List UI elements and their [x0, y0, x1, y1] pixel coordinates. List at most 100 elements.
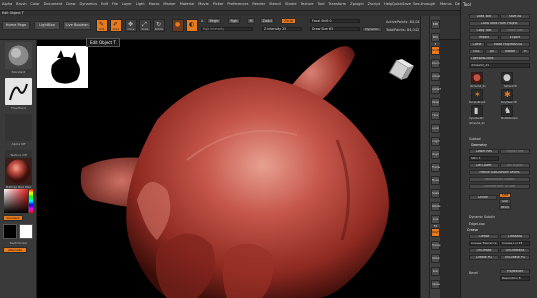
- crease-all-button[interactable]: CreaseAll: [500, 234, 530, 239]
- menu-item-file[interactable]: File: [112, 2, 118, 6]
- goz-button[interactable]: GoZ: [469, 49, 484, 54]
- menu-item-brush[interactable]: Brush: [16, 2, 26, 6]
- crease-tolerance-slider[interactable]: Crease Tolerance 45: [469, 241, 499, 246]
- color-picker-square[interactable]: [4, 189, 28, 213]
- subtool-section[interactable]: Subtool: [469, 137, 481, 141]
- menu-item-zscript[interactable]: Zscript: [368, 2, 380, 6]
- draw-size-slider[interactable]: Draw Size 63: [310, 27, 360, 31]
- rgb-button[interactable]: Rgb: [228, 18, 240, 24]
- side-button-rotate[interactable]: Rotate: [431, 202, 441, 211]
- sculpt-model[interactable]: [37, 40, 420, 298]
- side-button-bpr[interactable]: BPR: [431, 20, 440, 29]
- side-button-spix-3[interactable]: SPix 3: [431, 33, 440, 46]
- menu-item-preferences[interactable]: Preferences: [227, 2, 248, 6]
- switch-color-label[interactable]: SwitchColor: [0, 241, 37, 245]
- edgeloop-section[interactable]: EdgeLoop: [469, 222, 485, 226]
- del-higher-button[interactable]: Del Higher: [500, 163, 530, 168]
- side-button-aahalf[interactable]: AAHalf: [431, 85, 441, 94]
- load-tool-button[interactable]: Load Tool: [469, 14, 499, 19]
- r-button[interactable]: R: [521, 49, 530, 54]
- menu-item-layer[interactable]: Layer: [122, 2, 132, 6]
- tool-name-slider[interactable]: dimesh2_41: [469, 63, 530, 68]
- higher-res-button[interactable]: Higher Res: [500, 149, 530, 154]
- side-button-ghost[interactable]: Ghost: [431, 254, 440, 263]
- menu-item-movie[interactable]: Movie: [198, 2, 209, 6]
- tool-slot-multimarkers[interactable]: ♞: [501, 105, 513, 117]
- side-button-gxyz[interactable]: Gxyz: [431, 150, 440, 159]
- alternate-button[interactable]: Alternate: [3, 247, 27, 253]
- tool-slot-sphere3d[interactable]: ●: [501, 72, 513, 84]
- paste-tool-button[interactable]: Paste Tool: [500, 28, 530, 33]
- crease-level-slider[interactable]: Crease Lvl 15: [500, 241, 530, 246]
- side-button-scroll[interactable]: Scroll: [431, 46, 440, 55]
- tool-slot-dimesh[interactable]: ●: [471, 72, 483, 84]
- material-thumbnail[interactable]: [5, 158, 32, 185]
- lower-res-button[interactable]: Lower Res: [469, 149, 499, 154]
- dynamic-button[interactable]: Dynamic: [362, 27, 382, 32]
- menu-item-macro[interactable]: Macro: [149, 2, 160, 6]
- side-button-local[interactable]: Local: [431, 124, 440, 133]
- dynamic-subdiv-section[interactable]: Dynamic Subdiv: [469, 215, 495, 219]
- zadd-button[interactable]: Zadd: [260, 18, 274, 24]
- side-button-solo[interactable]: Solo: [431, 267, 440, 276]
- tool-slot-simplebrush[interactable]: ✶: [471, 89, 483, 101]
- tool-slot-cylinder3d[interactable]: ▮: [471, 105, 483, 117]
- resolution-slider[interactable]: Resolution 8: [500, 276, 530, 281]
- smt-toggle[interactable]: Smt: [499, 193, 511, 198]
- bevel-section[interactable]: Bevel: [469, 271, 478, 275]
- menu-item-dynamics[interactable]: Dynamics: [79, 2, 97, 6]
- m-button[interactable]: M: [247, 18, 255, 24]
- brush-thumbnail[interactable]: [5, 42, 32, 69]
- canvas-viewport[interactable]: [37, 40, 420, 298]
- z-intensity-slider[interactable]: Z Intensity 25: [262, 27, 302, 31]
- del-lower-button[interactable]: Del Lower: [469, 163, 499, 168]
- side-button-polyf[interactable]: PolyF: [431, 228, 440, 237]
- crease-pg-button[interactable]: Crease PG: [469, 255, 499, 260]
- load-tools-from-project-button[interactable]: Load Tools From Project: [469, 21, 530, 26]
- rotate-mode-button[interactable]: ↻ Rotate: [153, 19, 165, 32]
- tool-slot-polymesh3d[interactable]: ✱: [501, 89, 513, 101]
- live-boolean-button[interactable]: Live Boolean: [63, 21, 91, 30]
- menu-item-document[interactable]: Document: [44, 2, 63, 6]
- menu-item-marker[interactable]: Marker: [163, 2, 175, 6]
- menu-see-through[interactable]: See-through: [413, 2, 435, 6]
- crease-section[interactable]: Crease: [467, 228, 478, 232]
- side-button-floor[interactable]: Floor: [431, 111, 440, 120]
- side-button-actual[interactable]: Actual: [431, 72, 440, 81]
- uncrease-pg-button[interactable]: UnCrease PG: [500, 255, 530, 260]
- save-as-button[interactable]: Save As: [500, 14, 530, 19]
- uncrease-all-button[interactable]: UnCreaseAll: [500, 248, 530, 253]
- freeze-subdivision-button[interactable]: Freeze SubDivision Levels: [469, 170, 530, 175]
- menu-item-draw[interactable]: Draw: [66, 2, 75, 6]
- menu-item-stencil[interactable]: Stencil: [269, 2, 281, 6]
- crease-button[interactable]: Crease: [469, 234, 499, 239]
- menu-item-texture[interactable]: Texture: [300, 2, 313, 6]
- divide-button[interactable]: Divide: [469, 195, 497, 200]
- color-mode-button[interactable]: ◐: [186, 19, 198, 32]
- rgb-intensity-slider[interactable]: Rgb Intensity: [201, 27, 253, 31]
- uncrease-button[interactable]: UnCrease: [469, 248, 499, 253]
- menu-item-alpha[interactable]: Alpha: [2, 2, 12, 6]
- menu-quicksave[interactable]: QuickSave: [392, 2, 411, 6]
- menu-item-tool[interactable]: Tool: [318, 2, 325, 6]
- secondary-color-swatch[interactable]: [19, 224, 33, 239]
- menu-item-picker[interactable]: Picker: [213, 2, 224, 6]
- side-button-l-sym[interactable]: L.Sym: [431, 137, 440, 146]
- home-page-button[interactable]: Home Page: [2, 21, 30, 30]
- side-button-frame[interactable]: Frame: [431, 163, 440, 172]
- all-button[interactable]: All: [485, 49, 499, 54]
- geometry-section[interactable]: Geometry: [471, 143, 487, 147]
- menu-item-help[interactable]: Help: [384, 2, 392, 6]
- lightbox-button[interactable]: LightBox: [34, 21, 60, 30]
- mrgb-button[interactable]: Mrgb: [207, 18, 221, 24]
- make-polymesh3d-button[interactable]: Make PolyMesh3D: [486, 42, 530, 47]
- sdiv-slider[interactable]: SDiv 1: [469, 156, 499, 161]
- side-button-persp[interactable]: Persp: [431, 98, 440, 107]
- projmaster-button[interactable]: ProjMaster: [500, 269, 530, 274]
- suv-toggle[interactable]: Suv: [499, 199, 511, 204]
- stroke-thumbnail[interactable]: [5, 78, 32, 105]
- menu-item-material[interactable]: Material: [180, 2, 195, 6]
- lightbox-tools-button[interactable]: Lightbox▸Tools: [469, 56, 530, 61]
- reconstruct-subdiv-button[interactable]: Reconstruct Subdiv: [469, 177, 530, 182]
- move-mode-button[interactable]: ✥ Move: [125, 19, 137, 32]
